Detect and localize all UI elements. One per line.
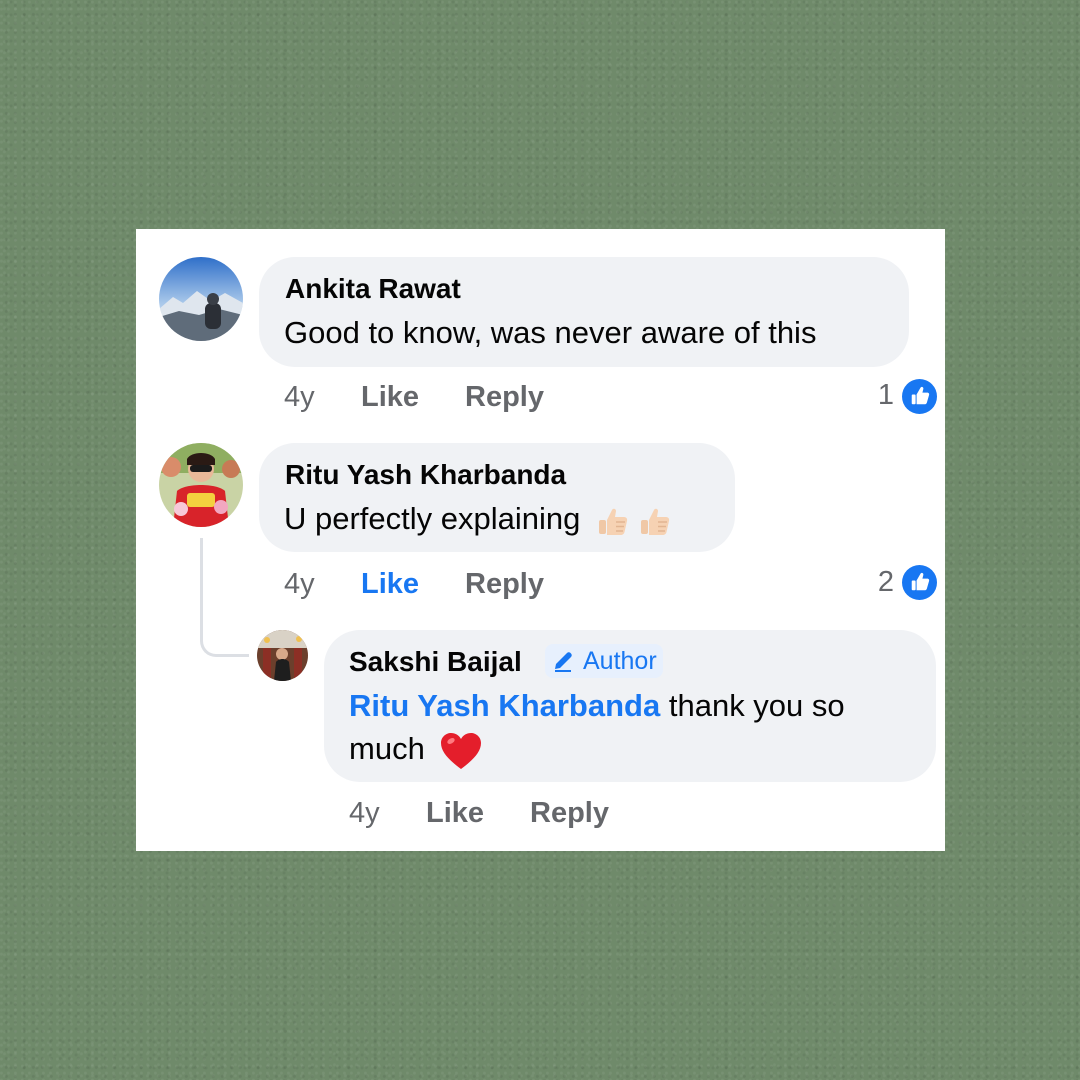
like-button[interactable]: Like bbox=[426, 797, 484, 830]
comment-text: Good to know, was never aware of this bbox=[284, 315, 817, 350]
thumbs-up-emoji bbox=[641, 508, 670, 535]
thread-connector bbox=[200, 538, 249, 657]
reply-timestamp[interactable]: 4y bbox=[349, 797, 380, 830]
reply-author[interactable]: Sakshi Baijal bbox=[349, 646, 522, 678]
comment-author[interactable]: Ankita Rawat bbox=[285, 273, 461, 305]
avatar-ritu-yash-kharbanda[interactable] bbox=[159, 443, 243, 527]
like-button-active[interactable]: Like bbox=[361, 568, 419, 601]
like-reaction-icon[interactable] bbox=[902, 565, 937, 600]
comment-timestamp[interactable]: 4y bbox=[284, 568, 315, 601]
reply-text-content-2: much bbox=[349, 731, 425, 766]
reply-button[interactable]: Reply bbox=[465, 381, 544, 414]
avatar-sakshi-baijal[interactable] bbox=[257, 630, 308, 681]
reply-text-line2: much bbox=[349, 727, 483, 771]
author-badge-label: Author bbox=[583, 646, 657, 675]
comment-author[interactable]: Ritu Yash Kharbanda bbox=[285, 459, 566, 491]
reply-text-line1: Ritu Yash Kharbanda thank you so bbox=[349, 684, 845, 727]
reply-button[interactable]: Reply bbox=[465, 568, 544, 601]
comment-text-content: U perfectly explaining bbox=[284, 501, 581, 536]
mention-link[interactable]: Ritu Yash Kharbanda bbox=[349, 688, 660, 723]
reaction-count[interactable]: 1 bbox=[874, 379, 894, 412]
red-heart-emoji bbox=[441, 732, 482, 769]
comments-card: Ankita Rawat Good to know, was never awa… bbox=[136, 229, 945, 851]
reply-button[interactable]: Reply bbox=[530, 797, 609, 830]
like-reaction-icon[interactable] bbox=[902, 379, 937, 414]
comment-text: U perfectly explaining bbox=[284, 497, 673, 540]
pencil-icon bbox=[555, 652, 572, 672]
author-badge: Author bbox=[545, 644, 663, 678]
avatar-ankita-rawat[interactable] bbox=[159, 257, 243, 341]
thumbs-up-emoji bbox=[599, 508, 628, 535]
comment-timestamp[interactable]: 4y bbox=[284, 381, 315, 414]
reply-text-content: thank you so bbox=[668, 688, 845, 723]
like-button[interactable]: Like bbox=[361, 381, 419, 414]
reaction-count[interactable]: 2 bbox=[874, 566, 894, 599]
